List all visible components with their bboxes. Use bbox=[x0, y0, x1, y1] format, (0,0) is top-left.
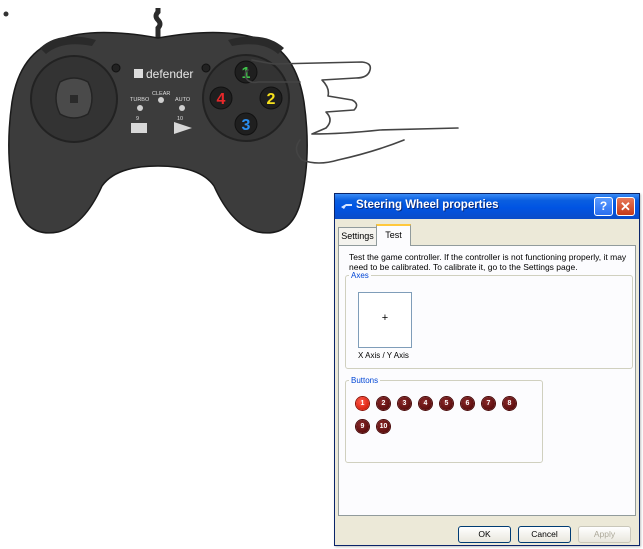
test-tab-panel: Test the game controller. If the control… bbox=[338, 245, 636, 516]
auto-button bbox=[179, 105, 185, 111]
brand-text: defender bbox=[146, 67, 193, 81]
button-indicator-5: 5 bbox=[440, 397, 453, 410]
gamepad-icon bbox=[341, 204, 352, 209]
button-indicator-9: 9 bbox=[356, 420, 369, 433]
button-indicator-8: 8 bbox=[503, 397, 516, 410]
turbo-label: TURBO bbox=[130, 97, 150, 103]
face-button-4-label: 4 bbox=[217, 91, 226, 108]
button-indicator-10: 10 bbox=[377, 420, 390, 433]
tab-test[interactable]: Test bbox=[376, 224, 411, 246]
button-indicator-7: 7 bbox=[482, 397, 495, 410]
help-button[interactable]: ? bbox=[594, 197, 613, 216]
tab-settings[interactable]: Settings bbox=[338, 227, 377, 245]
select-button bbox=[131, 123, 147, 133]
button-indicator-6: 6 bbox=[461, 397, 474, 410]
face-button-3-label: 3 bbox=[242, 117, 251, 134]
cancel-button[interactable]: Cancel bbox=[518, 526, 571, 543]
test-description: Test the game controller. If the control… bbox=[349, 252, 627, 272]
auto-label: AUTO bbox=[175, 97, 191, 103]
clear-label: CLEAR bbox=[152, 91, 170, 97]
apply-button[interactable]: Apply bbox=[578, 526, 631, 543]
button-10-label: 10 bbox=[177, 116, 183, 122]
brand-dot-left bbox=[111, 63, 121, 73]
clear-button bbox=[158, 97, 164, 103]
close-button[interactable]: ✕ bbox=[616, 197, 635, 216]
buttons-group: Buttons 1 2 3 4 5 6 7 8 9 10 bbox=[345, 376, 543, 463]
axes-group: Axes + X Axis / Y Axis bbox=[345, 271, 633, 369]
ok-button[interactable]: OK bbox=[458, 526, 511, 543]
help-icon: ? bbox=[599, 199, 608, 213]
bullet-dot bbox=[3, 11, 9, 17]
axes-label: X Axis / Y Axis bbox=[358, 351, 409, 360]
brand-logo-icon bbox=[134, 69, 143, 78]
axes-display: + bbox=[358, 292, 412, 348]
brand-dot-right bbox=[201, 63, 211, 73]
button-indicator-1: 1 bbox=[356, 397, 369, 410]
dpad-center bbox=[70, 95, 78, 103]
buttons-legend: Buttons bbox=[351, 376, 379, 385]
axes-crosshair: + bbox=[381, 312, 389, 324]
button-indicator-3: 3 bbox=[398, 397, 411, 410]
button-indicator-4: 4 bbox=[419, 397, 432, 410]
face-button-2-label: 2 bbox=[267, 91, 276, 108]
button-9-label: 9 bbox=[136, 116, 139, 122]
close-icon: ✕ bbox=[620, 199, 631, 214]
dialog-title: Steering Wheel properties bbox=[356, 199, 499, 211]
button-indicator-2: 2 bbox=[377, 397, 390, 410]
title-bar[interactable]: Steering Wheel properties ? ✕ bbox=[335, 194, 639, 219]
properties-dialog: Steering Wheel properties ? ✕ Settings T… bbox=[334, 193, 640, 546]
axes-legend: Axes bbox=[351, 271, 369, 280]
turbo-button bbox=[137, 105, 143, 111]
controller-cable bbox=[153, 8, 163, 38]
